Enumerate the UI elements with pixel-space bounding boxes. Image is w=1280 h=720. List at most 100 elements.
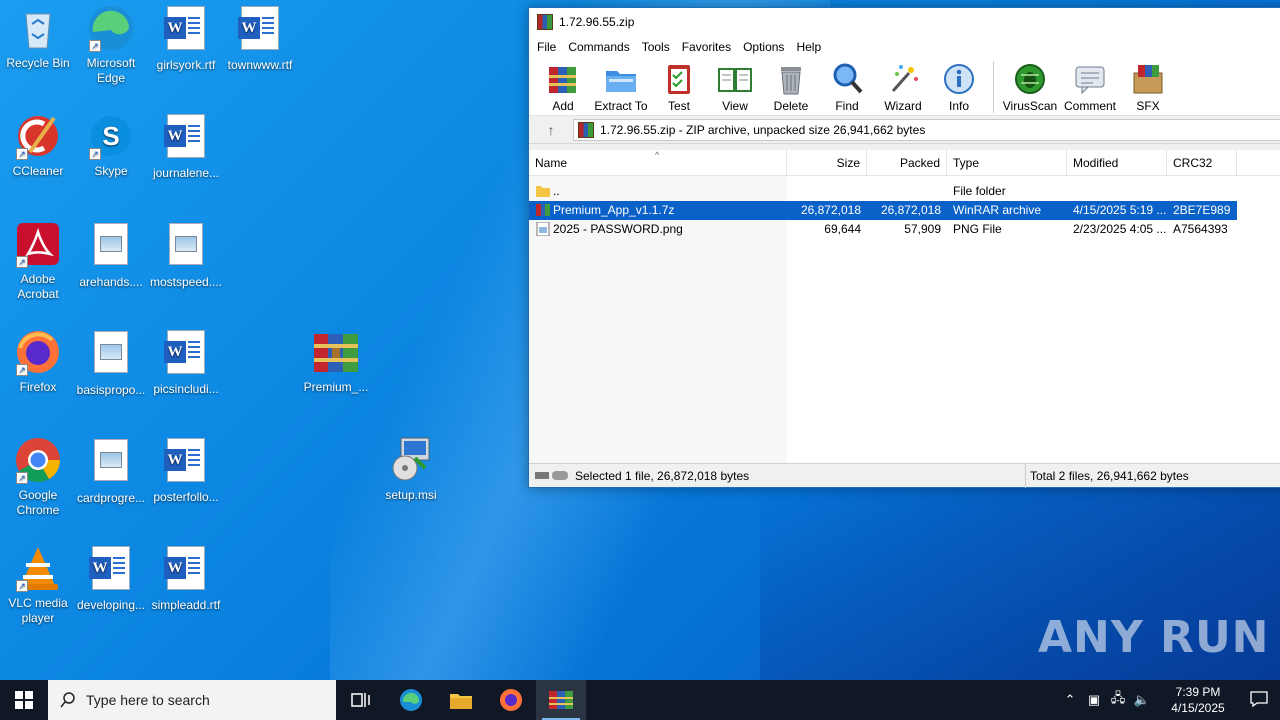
- png-file-icon: [536, 222, 550, 236]
- acrobat-icon: ↗: [14, 220, 62, 268]
- desktop-icon[interactable]: setup.msi: [373, 436, 449, 503]
- desktop-icon-label: girlsyork.rtf: [156, 58, 216, 72]
- delete-button[interactable]: Delete: [763, 61, 819, 113]
- desktop-icon-label: VLC media player: [8, 596, 68, 625]
- file-packed: 57,909: [904, 222, 941, 236]
- desktop-icon[interactable]: ↗ CCleaner: [0, 112, 76, 179]
- desktop-icon[interactable]: ↗ VLC media player: [0, 544, 76, 626]
- test-button[interactable]: Test: [651, 61, 707, 113]
- desktop-icon[interactable]: ↗ Microsoft Edge: [73, 4, 149, 86]
- desktop-icon-label: Google Chrome: [16, 488, 60, 517]
- notification-icon[interactable]: [1238, 690, 1280, 710]
- winrar-archive-icon: [536, 204, 550, 216]
- desktop-icon[interactable]: Wsimpleadd.rtf: [148, 544, 224, 613]
- svg-text:S: S: [102, 121, 119, 151]
- extract-to-button[interactable]: Extract To: [591, 61, 651, 113]
- col-crc32[interactable]: CRC32: [1167, 150, 1237, 176]
- file-list: Name Size Packed Type Modified CRC32 ^ .…: [529, 150, 1280, 466]
- taskbar-file-explorer[interactable]: [436, 680, 486, 720]
- file-name: 2025 - PASSWORD.png: [553, 222, 683, 236]
- volume-icon[interactable]: 🔈: [1130, 692, 1154, 708]
- anyrun-watermark: ANY RUN: [1038, 612, 1270, 663]
- desktop-icon[interactable]: Recycle Bin: [0, 4, 76, 71]
- col-size[interactable]: Size: [787, 150, 867, 176]
- image-file-icon: [162, 223, 210, 271]
- menu-favorites[interactable]: Favorites: [676, 40, 737, 54]
- up-arrow-icon[interactable]: ↑: [529, 122, 573, 138]
- add-label: Add: [552, 99, 574, 113]
- wizard-button[interactable]: Wizard: [875, 61, 931, 113]
- file-row[interactable]: .. File folder: [529, 182, 1237, 201]
- virusscan-label: VirusScan: [1002, 99, 1058, 113]
- path-text: 1.72.96.55.zip - ZIP archive, unpacked s…: [600, 122, 926, 137]
- desktop-icon[interactable]: basispropo...: [73, 328, 149, 398]
- col-packed[interactable]: Packed: [867, 150, 947, 176]
- desktop-icon[interactable]: cardprogre...: [73, 436, 149, 506]
- desktop-icon-label: Adobe Acrobat: [17, 272, 59, 301]
- desktop-icon-label: mostspeed....: [149, 275, 223, 289]
- desktop-icon[interactable]: Wpicsincludi...: [148, 328, 224, 397]
- clock[interactable]: 7:39 PM 4/15/2025: [1158, 684, 1238, 716]
- title-bar[interactable]: 1.72.96.55.zip: [529, 8, 1280, 36]
- desktop-icon[interactable]: Wposterfollo...: [148, 436, 224, 505]
- menu-file[interactable]: File: [531, 40, 562, 54]
- taskbar-winrar[interactable]: [536, 680, 586, 720]
- file-crc32: 2BE7E989: [1173, 203, 1231, 217]
- view-button[interactable]: View: [707, 61, 763, 113]
- virusscan-button[interactable]: VirusScan: [1000, 61, 1060, 113]
- shortcut-arrow-icon: ↗: [89, 148, 101, 160]
- find-button[interactable]: Find: [819, 61, 875, 113]
- folder-icon: [536, 186, 550, 197]
- edge-icon: [400, 689, 422, 711]
- magnifier-icon: [829, 61, 865, 97]
- firefox-icon: ↗: [14, 328, 62, 376]
- shortcut-arrow-icon: ↗: [16, 472, 28, 484]
- col-type[interactable]: Type: [947, 150, 1067, 176]
- taskbar-firefox[interactable]: [486, 680, 536, 720]
- desktop-icon[interactable]: mostspeed....: [148, 220, 224, 290]
- file-row[interactable]: 2025 - PASSWORD.png 69,644 57,909 PNG File 2…: [529, 220, 1237, 239]
- desktop-icon[interactable]: ↗ Firefox: [0, 328, 76, 395]
- meet-now-icon[interactable]: ▣: [1082, 692, 1106, 708]
- menu-options[interactable]: Options: [737, 40, 790, 54]
- sfx-button[interactable]: SFX: [1120, 61, 1176, 113]
- system-tray: ⌃ ▣ 🖧 🔈 7:39 PM 4/15/2025: [1058, 680, 1280, 720]
- desktop-icon[interactable]: ↗ Adobe Acrobat: [0, 220, 76, 302]
- file-row[interactable]: Premium_App_v1.1.7z 26,872,018 26,872,018 W…: [529, 201, 1237, 220]
- desktop-icon[interactable]: Premium_...: [298, 328, 374, 395]
- zip-icon: [578, 121, 594, 138]
- col-modified[interactable]: Modified: [1067, 150, 1167, 176]
- start-button[interactable]: [0, 680, 48, 720]
- menu-tools[interactable]: Tools: [636, 40, 676, 54]
- taskbar-edge[interactable]: [386, 680, 436, 720]
- add-button[interactable]: Add: [535, 61, 591, 113]
- desktop-icon-label: Skype: [94, 164, 128, 178]
- chevron-up-icon[interactable]: ⌃: [1058, 692, 1082, 708]
- shortcut-arrow-icon: ↗: [16, 256, 28, 268]
- winrar-icon: [549, 691, 573, 709]
- desktop-icon[interactable]: ↗ Google Chrome: [0, 436, 76, 518]
- desktop-icon[interactable]: Wgirlsyork.rtf: [148, 4, 224, 73]
- path-field[interactable]: 1.72.96.55.zip - ZIP archive, unpacked s…: [573, 118, 1280, 141]
- comment-button[interactable]: Comment: [1060, 61, 1120, 113]
- shortcut-arrow-icon: ↗: [16, 148, 28, 160]
- menu-commands[interactable]: Commands: [562, 40, 635, 54]
- taskbar: Type here to search ⌃ ▣ 🖧 🔈 7:39 PM 4/15…: [0, 680, 1280, 720]
- desktop-icon[interactable]: Wdeveloping...: [73, 544, 149, 613]
- menu-help[interactable]: Help: [790, 40, 827, 54]
- desktop-icon[interactable]: arehands....: [73, 220, 149, 290]
- desktop-icon-label: cardprogre...: [76, 491, 146, 505]
- ccleaner-icon: ↗: [14, 112, 62, 160]
- desktop-icon[interactable]: Wtownwww.rtf: [222, 4, 298, 73]
- search-box[interactable]: Type here to search: [48, 680, 336, 720]
- network-icon[interactable]: 🖧: [1106, 689, 1130, 711]
- shortcut-arrow-icon: ↗: [89, 40, 101, 52]
- desktop-icon[interactable]: S ↗ Skype: [73, 112, 149, 179]
- word-doc-icon: W: [162, 438, 210, 486]
- skype-icon: S ↗: [87, 112, 135, 160]
- info-button[interactable]: Info: [931, 61, 987, 113]
- desktop-icon[interactable]: Wjournalene...: [148, 112, 224, 181]
- msi-installer-icon: [387, 436, 435, 484]
- task-view-button[interactable]: [336, 680, 386, 720]
- file-name: Premium_App_v1.1.7z: [553, 203, 675, 217]
